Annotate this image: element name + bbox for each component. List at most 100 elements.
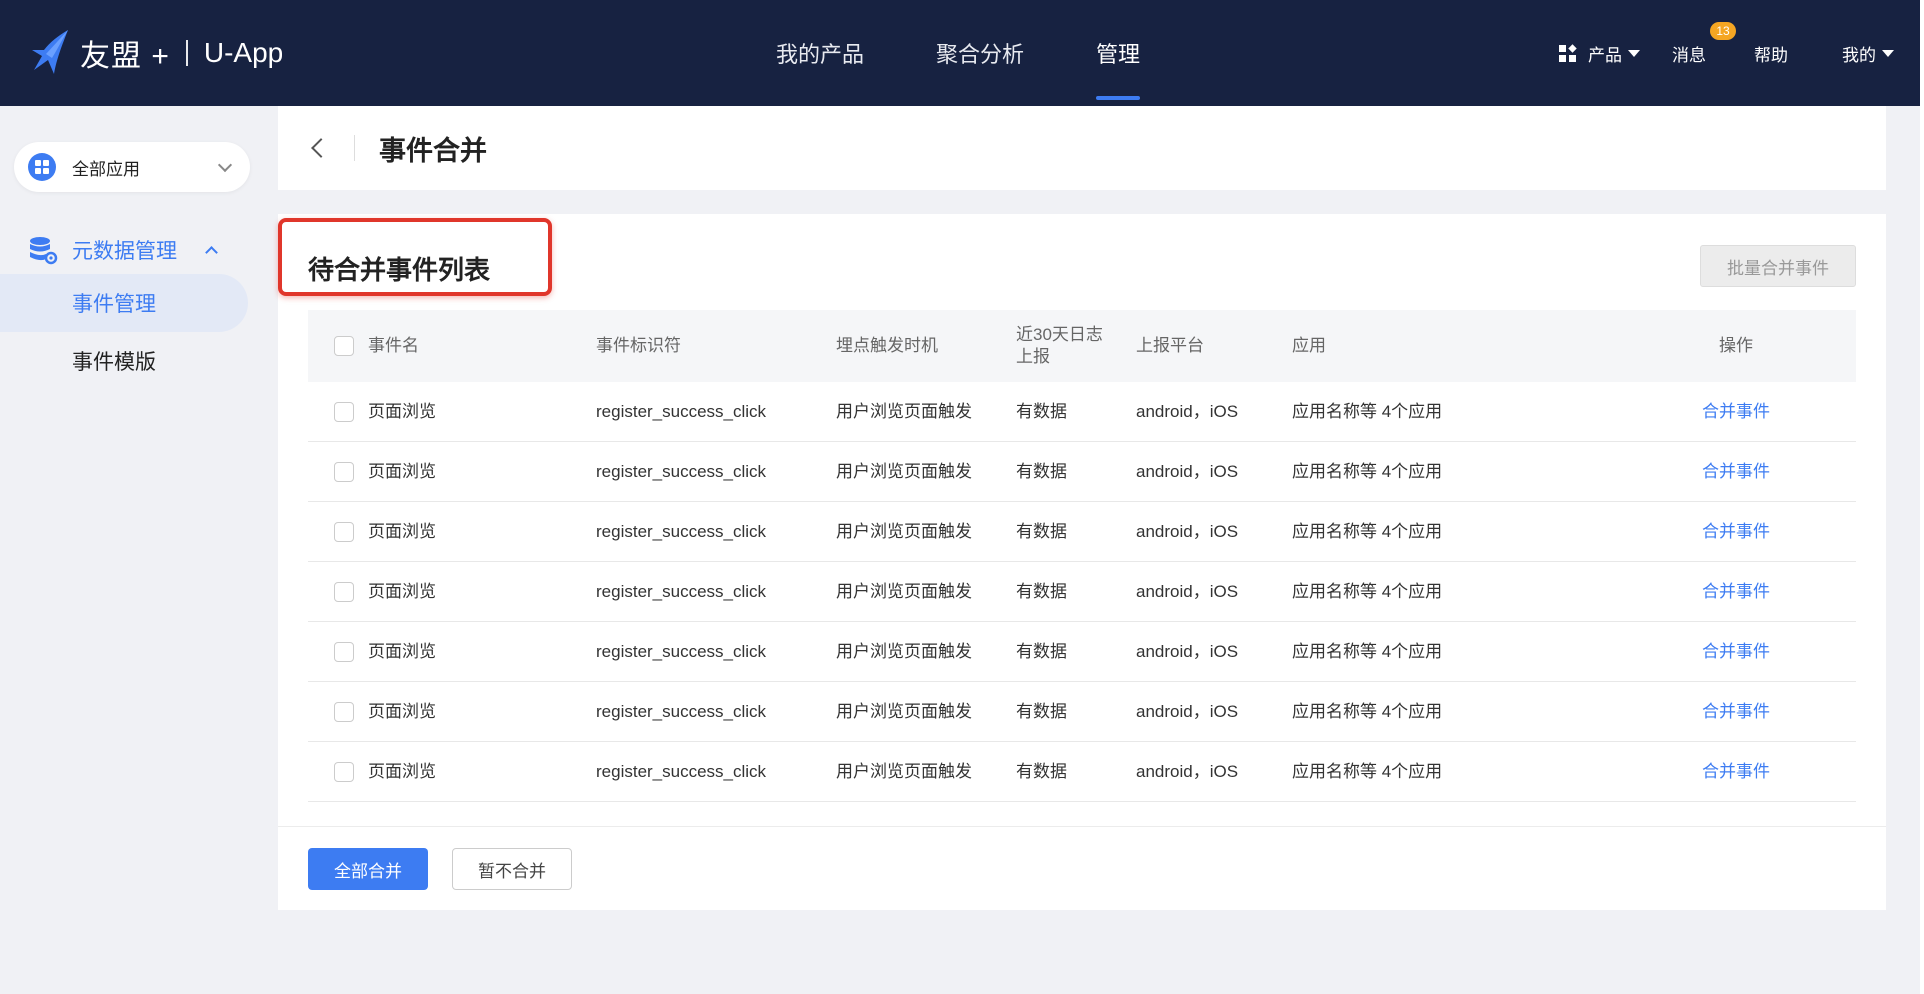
cell-app: 应用名称等 4个应用 xyxy=(1292,761,1443,781)
cell-trigger: 用户浏览页面触发 xyxy=(836,461,972,481)
table-row: 页面浏览 register_success_click 用户浏览页面触发 有数据 and… xyxy=(308,622,1856,682)
col-header-name: 事件名 xyxy=(368,336,419,355)
merge-event-link[interactable]: 合并事件 xyxy=(1688,761,1784,783)
footer-divider xyxy=(278,826,1886,827)
sidebar-item-event-template[interactable]: 事件模版 xyxy=(0,332,248,390)
back-arrow-icon[interactable] xyxy=(311,138,331,158)
cell-trigger: 用户浏览页面触发 xyxy=(836,761,972,781)
app-selector-label: 全部应用 xyxy=(72,159,140,179)
pending-merge-card: 待合并事件列表 批量合并事件 事件名 事件标识符 埋点触发时机 近30天日志上报… xyxy=(278,214,1886,910)
chevron-up-icon xyxy=(205,246,218,259)
umeng-bird-icon xyxy=(32,30,68,74)
col-header-log: 近30天日志上报 xyxy=(1016,325,1103,366)
cell-log-status: 有数据 xyxy=(1016,761,1067,781)
cell-event-name: 页面浏览 xyxy=(368,701,436,721)
select-all-checkbox[interactable] xyxy=(334,336,354,356)
sidebar-group-metadata[interactable]: 元数据管理 xyxy=(28,228,238,272)
cell-platform: android，iOS xyxy=(1136,641,1239,661)
messages-label: 消息 xyxy=(1672,45,1706,65)
cell-event-id: register_success_click xyxy=(596,701,767,721)
merge-all-button[interactable]: 全部合并 xyxy=(308,848,428,890)
merge-event-link[interactable]: 合并事件 xyxy=(1688,521,1784,543)
col-header-id: 事件标识符 xyxy=(596,336,681,355)
row-checkbox[interactable] xyxy=(334,521,354,542)
cell-trigger: 用户浏览页面触发 xyxy=(836,641,972,661)
message-count-badge: 13 xyxy=(1710,21,1736,40)
cell-platform: android，iOS xyxy=(1136,761,1239,781)
cell-log-status: 有数据 xyxy=(1016,641,1067,661)
list-title: 待合并事件列表 xyxy=(308,255,491,285)
merge-event-link[interactable]: 合并事件 xyxy=(1688,401,1784,423)
merge-event-link[interactable]: 合并事件 xyxy=(1688,581,1784,603)
table-row: 页面浏览 register_success_click 用户浏览页面触发 有数据 and… xyxy=(308,502,1856,562)
sidebar: 全部应用 元数据管理 事件管理 事件模版 xyxy=(0,106,260,994)
row-checkbox[interactable] xyxy=(334,581,354,602)
user-menu[interactable]: 我的 xyxy=(1842,41,1894,66)
cell-event-name: 页面浏览 xyxy=(368,641,436,661)
cell-platform: android，iOS xyxy=(1136,521,1239,541)
row-checkbox[interactable] xyxy=(334,401,354,422)
all-apps-icon xyxy=(28,153,56,181)
col-header-op: 操作 xyxy=(1719,336,1753,355)
right-nav: 产品 消息 13 帮助 我的 xyxy=(1529,0,1894,106)
cell-trigger: 用户浏览页面触发 xyxy=(836,701,972,721)
cell-app: 应用名称等 4个应用 xyxy=(1292,581,1443,601)
merge-event-link[interactable]: 合并事件 xyxy=(1688,461,1784,483)
cell-trigger: 用户浏览页面触发 xyxy=(836,521,972,541)
row-checkbox[interactable] xyxy=(334,461,354,482)
cell-platform: android，iOS xyxy=(1136,701,1239,721)
caret-down-icon xyxy=(1882,49,1894,57)
cell-event-id: register_success_click xyxy=(596,461,767,481)
nav-aggregate-analysis[interactable]: 聚合分析 xyxy=(900,0,1060,106)
cell-event-id: register_success_click xyxy=(596,581,767,601)
cell-event-id: register_success_click xyxy=(596,521,767,541)
cell-trigger: 用户浏览页面触发 xyxy=(836,581,972,601)
sidebar-item-event-management[interactable]: 事件管理 xyxy=(0,274,248,332)
cell-log-status: 有数据 xyxy=(1016,401,1067,421)
table-row: 页面浏览 register_success_click 用户浏览页面触发 有数据 and… xyxy=(308,562,1856,622)
app-selector[interactable]: 全部应用 xyxy=(14,142,250,192)
nav-management[interactable]: 管理 xyxy=(1060,0,1176,106)
table-body: 页面浏览 register_success_click 用户浏览页面触发 有数据 and… xyxy=(308,382,1856,802)
cell-platform: android，iOS xyxy=(1136,401,1239,421)
cell-trigger: 用户浏览页面触发 xyxy=(836,401,972,421)
skip-merge-button[interactable]: 暂不合并 xyxy=(452,848,572,890)
cell-log-status: 有数据 xyxy=(1016,701,1067,721)
help-link[interactable]: 帮助 xyxy=(1754,41,1788,66)
cell-event-name: 页面浏览 xyxy=(368,401,436,421)
cell-log-status: 有数据 xyxy=(1016,461,1067,481)
row-checkbox[interactable] xyxy=(334,761,354,782)
cell-app: 应用名称等 4个应用 xyxy=(1292,521,1443,541)
table-row: 页面浏览 register_success_click 用户浏览页面触发 有数据 and… xyxy=(308,382,1856,442)
top-navigation-bar: 友盟 + U-App 我的产品 聚合分析 管理 产品 消息 13 帮助 我的 xyxy=(0,0,1924,106)
cell-app: 应用名称等 4个应用 xyxy=(1292,701,1443,721)
logo[interactable]: 友盟 + U-App xyxy=(28,28,283,78)
product-menu[interactable]: 产品 xyxy=(1559,41,1640,66)
row-checkbox[interactable] xyxy=(334,701,354,722)
batch-merge-button[interactable]: 批量合并事件 xyxy=(1700,245,1856,287)
page-header: 事件合并 xyxy=(278,106,1886,190)
merge-event-link[interactable]: 合并事件 xyxy=(1688,701,1784,723)
logo-divider xyxy=(185,40,188,66)
cell-event-id: register_success_click xyxy=(596,641,767,661)
cell-event-name: 页面浏览 xyxy=(368,581,436,601)
col-header-trigger: 埋点触发时机 xyxy=(836,336,938,355)
table-row: 页面浏览 register_success_click 用户浏览页面触发 有数据 and… xyxy=(308,442,1856,502)
events-table: 事件名 事件标识符 埋点触发时机 近30天日志上报 上报平台 应用 操作 页面浏… xyxy=(308,310,1856,802)
help-label: 帮助 xyxy=(1754,45,1788,65)
cell-app: 应用名称等 4个应用 xyxy=(1292,461,1443,481)
nav-my-products[interactable]: 我的产品 xyxy=(740,0,900,106)
logo-text: 友盟 + xyxy=(80,40,170,73)
app-name: U-App xyxy=(203,37,284,68)
col-header-platform: 上报平台 xyxy=(1136,336,1204,355)
cell-platform: android，iOS xyxy=(1136,581,1239,601)
caret-down-icon xyxy=(1628,49,1640,57)
merge-event-link[interactable]: 合并事件 xyxy=(1688,641,1784,663)
cell-event-name: 页面浏览 xyxy=(368,521,436,541)
table-header: 事件名 事件标识符 埋点触发时机 近30天日志上报 上报平台 应用 操作 xyxy=(308,310,1856,382)
table-row: 页面浏览 register_success_click 用户浏览页面触发 有数据 and… xyxy=(308,682,1856,742)
messages-link[interactable]: 消息 13 xyxy=(1672,21,1736,66)
row-checkbox[interactable] xyxy=(334,641,354,662)
page-title: 事件合并 xyxy=(379,135,487,166)
chevron-down-icon xyxy=(217,157,233,172)
